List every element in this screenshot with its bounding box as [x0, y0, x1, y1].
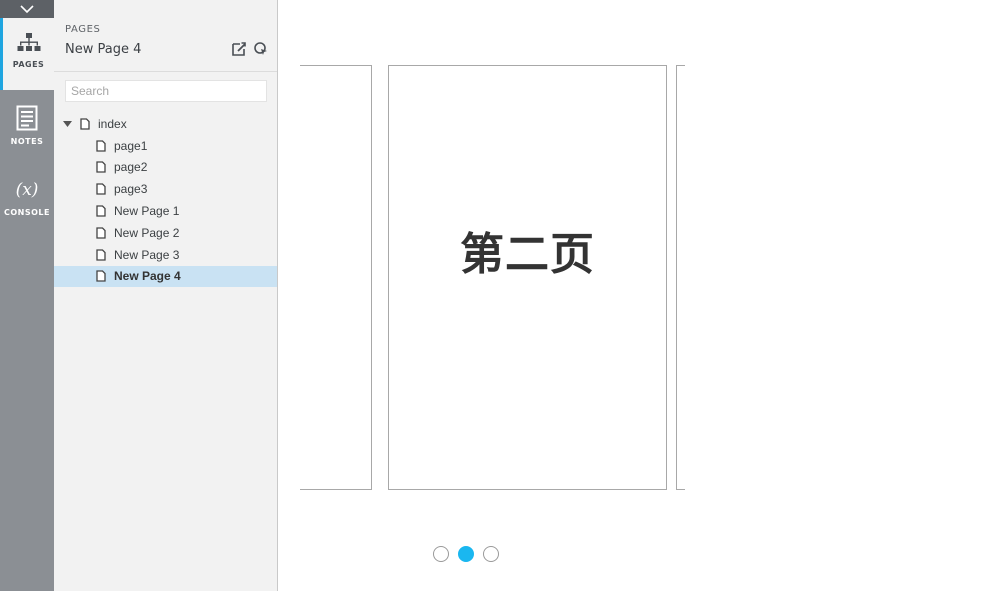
tree-item-label: New Page 2	[114, 225, 180, 240]
chevron-down-icon	[20, 5, 34, 14]
pagination-dot-1[interactable]	[433, 546, 449, 562]
tree-item-label: New Page 3	[114, 247, 180, 262]
carousel-slide-next[interactable]	[676, 65, 685, 490]
tab-console-label: CONSOLE	[4, 208, 50, 217]
slide-heading: 第二页	[460, 229, 595, 280]
collapse-toggle[interactable]	[0, 0, 54, 18]
tab-notes[interactable]: NOTES	[0, 91, 54, 163]
pagination-dot-3[interactable]	[483, 546, 499, 562]
page-icon	[96, 270, 106, 283]
tree-item-new-page-2[interactable]: New Page 2	[54, 222, 277, 244]
search-input[interactable]	[65, 80, 267, 102]
locate-page-icon[interactable]	[253, 41, 269, 57]
tree-item-new-page-4[interactable]: New Page 4	[54, 265, 277, 288]
sitemap-icon	[17, 33, 40, 51]
left-rail: PAGES NOTES (x) CONSOLE	[0, 0, 54, 591]
tab-pages-label: PAGES	[12, 60, 45, 69]
pages-panel: PAGES New Page 4 index	[54, 0, 278, 591]
panel-kicker: PAGES	[65, 24, 101, 35]
page-icon	[96, 140, 106, 152]
tree-item-label: page3	[114, 182, 148, 197]
tree-item-new-page-3[interactable]: New Page 3	[54, 244, 277, 266]
page-tree: index page1 page2 page3 New Page 1 New P…	[54, 113, 277, 288]
panel-header: PAGES New Page 4	[54, 0, 277, 72]
tab-pages[interactable]: PAGES	[0, 18, 54, 90]
expand-caret-icon[interactable]	[62, 119, 72, 129]
page-icon	[96, 227, 106, 239]
carousel-pagination	[433, 546, 499, 562]
notes-icon	[16, 105, 38, 131]
panel-title: New Page 4	[65, 42, 142, 57]
svg-text:(x): (x)	[16, 180, 39, 200]
tree-item-label: page1	[114, 138, 148, 153]
carousel-slide-current[interactable]: 第二页	[388, 65, 667, 490]
tree-item-label: index	[98, 116, 127, 131]
app-window: PAGES NOTES (x) CONSOLE PAGES New Page 4	[0, 0, 1000, 591]
tab-console[interactable]: (x) CONSOLE	[0, 164, 54, 236]
tree-item-index[interactable]: index	[54, 113, 277, 135]
pagination-dot-2[interactable]	[458, 546, 474, 562]
tab-notes-label: NOTES	[10, 137, 44, 146]
tree-item-page2[interactable]: page2	[54, 157, 277, 179]
tree-item-new-page-1[interactable]: New Page 1	[54, 200, 277, 222]
page-icon	[96, 205, 106, 217]
tree-item-label: page2	[114, 160, 148, 175]
tree-item-label: New Page 1	[114, 204, 180, 219]
variable-icon: (x)	[16, 180, 39, 200]
page-icon	[96, 161, 106, 174]
carousel-slide-previous[interactable]	[300, 65, 372, 490]
page-icon	[96, 183, 106, 195]
edit-page-icon[interactable]	[231, 41, 247, 57]
tree-item-label: New Page 4	[114, 269, 181, 284]
design-canvas: 第二页	[278, 0, 1000, 591]
tree-item-page3[interactable]: page3	[54, 178, 277, 200]
page-icon	[80, 118, 90, 130]
tree-item-page1[interactable]: page1	[54, 135, 277, 157]
page-icon	[96, 249, 106, 261]
